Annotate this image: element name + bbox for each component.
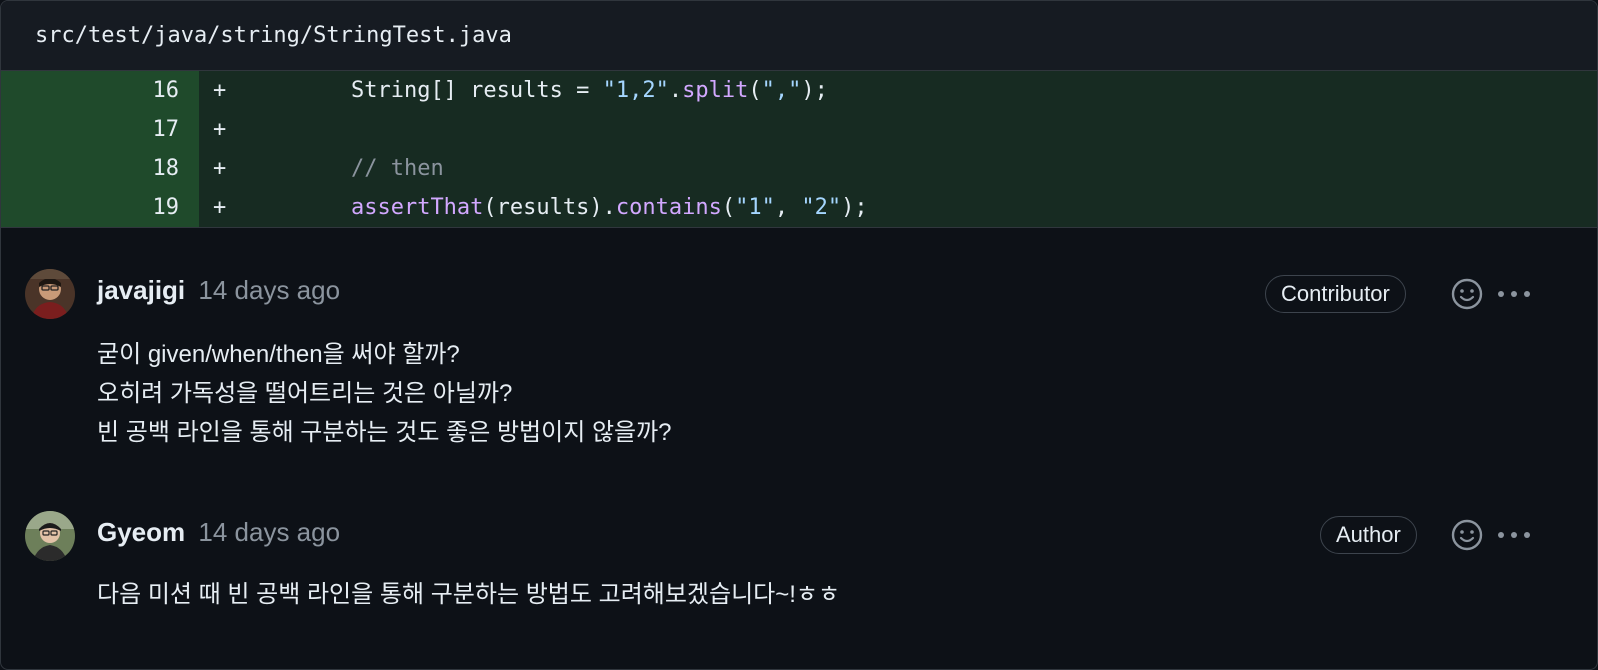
comment-timestamp[interactable]: 14 days ago — [198, 275, 340, 305]
line-code: + assertThat (results). contains("1", "2")… — [199, 188, 1597, 227]
line-number[interactable]: 18 — [1, 149, 199, 188]
line-number[interactable]: 16 — [1, 71, 199, 110]
comment-timestamp[interactable]: 14 days ago — [198, 517, 340, 547]
file-header: src/test/java/string/StringTest.java — [1, 1, 1597, 71]
line-number[interactable]: 19 — [1, 188, 199, 227]
diff-added-marker: + — [213, 117, 227, 142]
review-thread: src/test/java/string/StringTest.java 16 +… — [0, 0, 1598, 670]
diff-line: 18 + // then — [1, 149, 1597, 188]
comment-line: 다음 미션 때 빈 공백 라인을 통해 구분하는 방법도 고려해보겠습니다~!ㅎ… — [97, 581, 841, 608]
code-token: contains — [615, 195, 722, 220]
comment-line: 빈 공백 라인을 통해 구분하는 것도 좋은 방법이지 않을까? — [97, 419, 672, 446]
code-token: "," — [761, 78, 802, 103]
smiley-icon[interactable] — [1450, 518, 1484, 552]
code-token: , — [774, 195, 802, 220]
role-badge-label: Contributor — [1281, 281, 1390, 306]
diff-added-marker: + — [213, 156, 227, 181]
avatar[interactable] — [25, 269, 75, 319]
diff-hunk: 16 + String[] results = "1,2". split(",");… — [1, 71, 1597, 228]
comment-body: 굳이 given/when/then을 써야 할까? 오히려 가독성을 떨어트리… — [97, 335, 672, 452]
avatar[interactable] — [25, 511, 75, 561]
line-code: + // then — [199, 149, 1597, 188]
comment-header: Gyeom 14 days ago — [97, 517, 340, 548]
code-token: String[] results = — [350, 78, 603, 103]
diff-line: 19 + assertThat (results). contains("1", "2… — [1, 188, 1597, 227]
code-token: "1,2" — [602, 78, 669, 103]
role-badge-label: Author — [1336, 522, 1401, 547]
kebab-horizontal-icon[interactable] — [1496, 530, 1532, 540]
author-name[interactable]: Gyeom — [97, 517, 185, 547]
code-token: // then — [350, 156, 444, 181]
comment-body: 다음 미션 때 빈 공백 라인을 통해 구분하는 방법도 고려해보겠습니다~!ㅎ… — [97, 575, 840, 614]
diff-added-marker: + — [213, 195, 227, 220]
code-token: ( — [748, 78, 762, 103]
diff-line: 16 + String[] results = "1,2". split(","); — [1, 71, 1597, 110]
code-token: ); — [841, 195, 868, 220]
role-badge: Author — [1320, 516, 1417, 554]
code-token: . — [668, 78, 683, 103]
code-token: "2" — [801, 195, 842, 220]
author-name[interactable]: javajigi — [97, 275, 185, 305]
smiley-icon[interactable] — [1450, 277, 1484, 311]
code-token: ); — [801, 78, 828, 103]
line-code: + String[] results = "1,2". split(","); — [199, 71, 1597, 110]
line-number[interactable]: 17 — [1, 110, 199, 149]
comment-line: 굳이 given/when/then을 써야 할까? — [97, 341, 460, 368]
code-token: (results). — [483, 195, 616, 220]
line-code: + — [199, 110, 1597, 149]
code-token: assertThat — [350, 195, 484, 220]
file-path[interactable]: src/test/java/string/StringTest.java — [35, 23, 512, 48]
diff-line: 17 + — [1, 110, 1597, 149]
code-token: "1" — [735, 195, 775, 220]
code-token: split — [682, 78, 749, 103]
diff-added-marker: + — [213, 78, 227, 103]
kebab-horizontal-icon[interactable] — [1496, 289, 1532, 299]
comment-line: 오히려 가독성을 떨어트리는 것은 아닐까? — [97, 380, 513, 407]
comment-header: javajigi 14 days ago — [97, 275, 340, 306]
role-badge: Contributor — [1265, 275, 1406, 313]
code-token: ( — [721, 195, 736, 220]
